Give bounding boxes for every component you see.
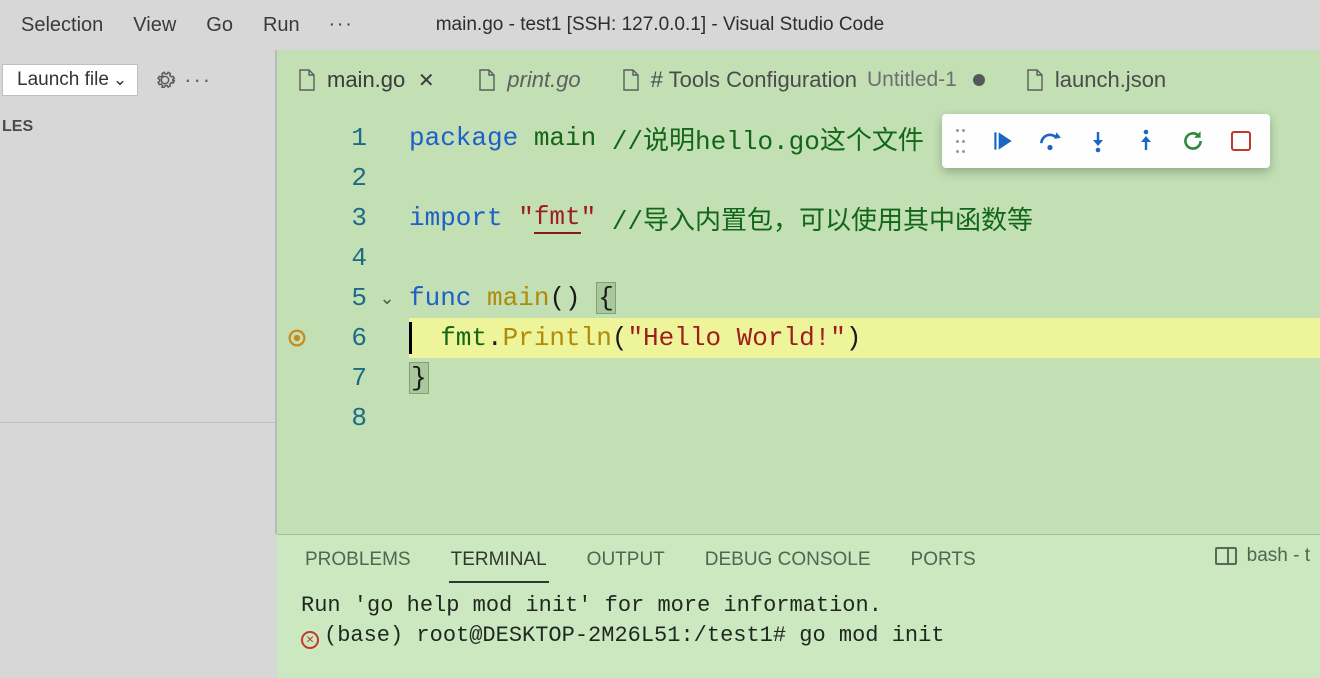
- code-line[interactable]: 4: [277, 238, 1320, 278]
- line-number: 3: [277, 203, 367, 233]
- editor-tabs: main.go ✕ print.go # Tools Configuration Unt…: [277, 50, 1320, 110]
- panel-tab-output[interactable]: OUTPUT: [585, 543, 667, 583]
- launch-config-dropdown[interactable]: Launch file ⌄: [2, 64, 138, 96]
- fold-icon[interactable]: ⌄: [375, 288, 399, 309]
- editor-tab[interactable]: launch.json: [1005, 50, 1186, 110]
- line-number: 2: [277, 163, 367, 193]
- panel-tabs: PROBLEMS TERMINAL OUTPUT DEBUG CONSOLE PORTS: [277, 535, 1320, 583]
- code-line[interactable]: 5 ⌄ func main() {: [277, 278, 1320, 318]
- more-actions-icon[interactable]: ···: [184, 67, 212, 93]
- continue-icon[interactable]: [988, 126, 1018, 156]
- file-icon: [621, 68, 641, 92]
- menu-selection[interactable]: Selection: [6, 8, 118, 43]
- code-text: }: [409, 358, 1320, 398]
- breakpoint-icon[interactable]: [285, 326, 309, 350]
- tab-filename: print.go: [507, 67, 580, 93]
- code-line[interactable]: 8: [277, 398, 1320, 438]
- file-icon: [297, 68, 317, 92]
- restart-icon[interactable]: [1178, 126, 1208, 156]
- close-icon[interactable]: ✕: [415, 68, 437, 93]
- menu-run[interactable]: Run: [248, 8, 315, 43]
- tab-filename: main.go: [327, 67, 405, 93]
- dirty-indicator-icon: [973, 74, 985, 86]
- panel-tab-terminal[interactable]: TERMINAL: [449, 543, 549, 583]
- code-line[interactable]: 7}: [277, 358, 1320, 398]
- bottom-panel: PROBLEMS TERMINAL OUTPUT DEBUG CONSOLE PORTS…: [277, 534, 1320, 678]
- debug-toolbar[interactable]: [942, 114, 1270, 168]
- terminal-line: ✕ (base) root@DESKTOP-2M26L51:/test1# go …: [301, 621, 1310, 651]
- chevron-down-icon: ⌄: [113, 70, 127, 90]
- code-text: func main() {: [409, 278, 1320, 318]
- gear-icon[interactable]: [154, 69, 176, 91]
- panel-right-controls: bash - t: [1215, 545, 1310, 567]
- terminal-output[interactable]: Run 'go help mod init' for more informat…: [301, 591, 1310, 678]
- editor-tab[interactable]: print.go: [457, 50, 600, 110]
- code-text: fmt.Println("Hello World!"): [409, 318, 1320, 358]
- editor-tab[interactable]: main.go ✕: [277, 50, 457, 110]
- stop-icon[interactable]: [1226, 126, 1256, 156]
- error-icon: ✕: [301, 631, 319, 649]
- code-text: import "fmt" //导入内置包，可以使用其中函数等: [409, 198, 1320, 238]
- code-text: [409, 238, 1320, 278]
- line-number: 1: [277, 123, 367, 153]
- code-line[interactable]: 3 import "fmt" //导入内置包，可以使用其中函数等: [277, 198, 1320, 238]
- menu-bar: Selection View Go Run ··· main.go - test…: [0, 0, 1320, 50]
- tab-filename: launch.json: [1055, 67, 1166, 93]
- step-out-icon[interactable]: [1131, 126, 1161, 156]
- menu-go[interactable]: Go: [191, 8, 248, 43]
- code-editor[interactable]: 1package main //说明hello.go这个文件23import "…: [277, 110, 1320, 534]
- editor-tab[interactable]: # Tools Configuration Untitled-1: [601, 50, 1005, 110]
- line-number: 5: [277, 283, 367, 313]
- panel-tab-ports[interactable]: PORTS: [909, 543, 978, 583]
- file-icon: [477, 68, 497, 92]
- code-line[interactable]: 6 fmt.Println("Hello World!"): [277, 318, 1320, 358]
- step-over-icon[interactable]: [1035, 126, 1065, 156]
- code-text: [409, 398, 1320, 438]
- panel-tab-problems[interactable]: PROBLEMS: [303, 543, 413, 583]
- tab-secondary-label: Untitled-1: [867, 68, 957, 92]
- split-editor-icon[interactable]: [1215, 547, 1237, 565]
- terminal-prompt-line: (base) root@DESKTOP-2M26L51:/test1# go m…: [324, 623, 945, 648]
- terminal-line: Run 'go help mod init' for more informat…: [301, 591, 1310, 621]
- line-number: 4: [277, 243, 367, 273]
- sub-bar: Launch file ⌄ ··· main.go ✕ print.go # Tool…: [0, 50, 1320, 110]
- file-icon: [1025, 68, 1045, 92]
- panel-tab-debug-console[interactable]: DEBUG CONSOLE: [703, 543, 873, 583]
- menu-view[interactable]: View: [118, 8, 191, 43]
- sidebar-section-label: LES: [0, 118, 277, 136]
- line-number: 8: [277, 403, 367, 433]
- line-number: 7: [277, 363, 367, 393]
- sidebar-h-divider: [0, 422, 275, 423]
- launch-config-label: Launch file: [17, 69, 109, 91]
- tab-filename: # Tools Configuration: [651, 67, 857, 93]
- menu-overflow-icon[interactable]: ···: [315, 8, 368, 42]
- toolbar-grip-icon[interactable]: [956, 129, 970, 153]
- terminal-profile-label[interactable]: bash - t: [1247, 545, 1310, 567]
- step-into-icon[interactable]: [1083, 126, 1113, 156]
